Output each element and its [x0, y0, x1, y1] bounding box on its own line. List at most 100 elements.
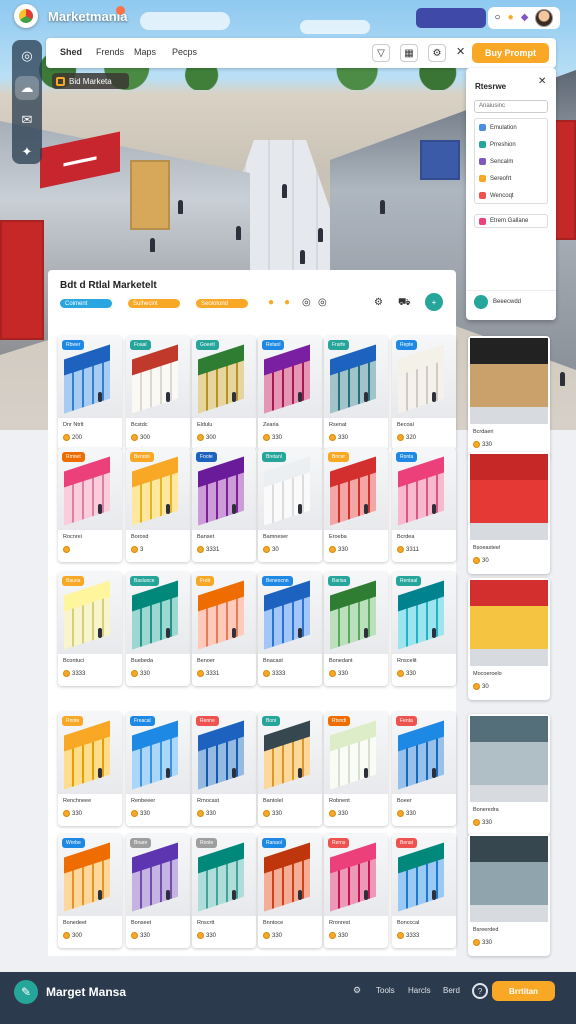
- product-tag: Boni: [262, 716, 281, 726]
- item-icon: [479, 124, 486, 131]
- footer-link[interactable]: Harcls: [408, 986, 431, 995]
- coin-icon[interactable]: ●: [284, 297, 290, 308]
- product-price: 330: [263, 932, 282, 939]
- featured-card[interactable]: Boneredra 330: [468, 714, 550, 836]
- cloud-icon[interactable]: ☁: [15, 76, 39, 100]
- product-card[interactable]: Retanl Zearia 330: [258, 336, 322, 450]
- product-card[interactable]: Bretanl Bamneser 30: [258, 448, 322, 562]
- product-card[interactable]: Goeetl Eldulu 300: [192, 336, 256, 450]
- featured-name: Bsreerded: [473, 927, 499, 933]
- side-panel-item[interactable]: Sencalm: [475, 153, 547, 170]
- footer-cta-button[interactable]: Brrtitan: [492, 981, 555, 1001]
- shopper: [432, 768, 436, 778]
- product-card[interactable]: Rnnte Rnscrtt 330: [192, 834, 256, 948]
- featured-card[interactable]: Bcrdaeri 330: [468, 336, 550, 458]
- price-value: 330: [482, 819, 493, 826]
- filter-pill[interactable]: Seolotond: [196, 299, 248, 308]
- side-panel-field[interactable]: Etrem Gallane: [474, 214, 548, 228]
- product-card[interactable]: Renne Rrnocast 330: [192, 712, 256, 826]
- product-card[interactable]: Barisa Bonedant 330: [324, 572, 388, 686]
- settings-icon[interactable]: ⚙: [428, 44, 446, 62]
- target-icon[interactable]: ◎: [302, 297, 311, 308]
- coin-icon[interactable]: ●: [508, 13, 514, 23]
- price-value: 200: [72, 434, 83, 441]
- settings-icon[interactable]: ⚙: [374, 297, 383, 308]
- close-icon[interactable]: ✕: [456, 45, 465, 58]
- chat-icon[interactable]: ✉: [15, 108, 39, 132]
- product-card[interactable]: Bauna Bcontuci 3333: [58, 572, 122, 686]
- price-value: 300: [72, 932, 83, 939]
- product-name: Robnent: [329, 798, 350, 804]
- footer-link[interactable]: Berd: [443, 986, 460, 995]
- close-icon[interactable]: ✕: [538, 76, 546, 87]
- product-card[interactable]: Fenta Boeer 330: [392, 712, 456, 826]
- product-price: 3311: [397, 546, 419, 553]
- product-card[interactable]: Freacal Renbeeer 330: [126, 712, 190, 826]
- cart-icon[interactable]: ⛟: [398, 297, 411, 310]
- side-panel-item[interactable]: Sereofrt: [475, 170, 547, 187]
- product-card[interactable]: Foote Banset 3331: [192, 448, 256, 562]
- product-card[interactable]: Baslunce Buebeda 330: [126, 572, 190, 686]
- product-card[interactable]: Bnare Bonseet 330: [126, 834, 190, 948]
- product-card[interactable]: Frarfe Rsenat 330: [324, 336, 388, 450]
- brand-icon[interactable]: ✎: [14, 980, 38, 1004]
- shopper: [364, 628, 368, 638]
- app-logo-icon[interactable]: [14, 4, 38, 28]
- gem-icon[interactable]: ◆: [521, 13, 529, 23]
- side-panel-footer[interactable]: Beeecwdd: [466, 290, 556, 312]
- product-name: Renbeeer: [131, 798, 156, 804]
- avatar[interactable]: [535, 9, 554, 27]
- product-card[interactable]: Wnrbe Bonedeet 300: [58, 834, 122, 948]
- side-panel-item[interactable]: Emulation: [475, 119, 547, 136]
- tools-icon[interactable]: ✦: [15, 140, 39, 164]
- filter-pill[interactable]: Sulhecint: [128, 299, 180, 308]
- coin-icon[interactable]: ●: [268, 297, 274, 308]
- sun-icon[interactable]: ○: [495, 13, 501, 23]
- product-card[interactable]: Rnnte Renchneee 330: [58, 712, 122, 826]
- product-card[interactable]: Rerns Rronrest 330: [324, 834, 388, 948]
- featured-card[interactable]: Bsoeasteel 30: [468, 452, 550, 574]
- location-chip[interactable]: Bid Marketa: [52, 73, 129, 89]
- product-card[interactable]: Rtsndi Robnent 330: [324, 712, 388, 826]
- product-card[interactable]: Boni Bantolel 330: [258, 712, 322, 826]
- tab-shop[interactable]: Shed: [60, 47, 82, 57]
- product-card[interactable]: Benoni Borosd 3: [126, 448, 190, 562]
- side-panel-item[interactable]: Prreshion: [475, 136, 547, 153]
- filter-icon[interactable]: ▽: [372, 44, 390, 62]
- coin-icon: [473, 939, 480, 946]
- help-icon[interactable]: ?: [472, 983, 488, 999]
- side-panel-item[interactable]: Wencoqt: [475, 187, 547, 204]
- bottom-bar: ✎ Marget Mansa ⚙ Tools Harcls Berd ? Brr…: [0, 972, 576, 1024]
- shopper: [166, 392, 170, 402]
- product-card[interactable]: Benat Boncccal 3333: [392, 834, 456, 948]
- price-value: 330: [272, 434, 283, 441]
- product-card[interactable]: Ronta Bcrdea 3311: [392, 448, 456, 562]
- featured-card[interactable]: Bsreerded 330: [468, 834, 550, 956]
- product-card[interactable]: Freb Benoer 3331: [192, 572, 256, 686]
- add-button[interactable]: +: [425, 293, 443, 311]
- product-card[interactable]: Rmnet Rocnrei: [58, 448, 122, 562]
- tab-props[interactable]: Pecps: [172, 47, 197, 57]
- product-card[interactable]: Beneocnn Bnacast 3333: [258, 572, 322, 686]
- grid-icon[interactable]: ▦: [400, 44, 418, 62]
- product-card[interactable]: Foaal Bcstdc 300: [126, 336, 190, 450]
- footer-link[interactable]: Tools: [376, 986, 395, 995]
- featured-card[interactable]: Mocoeroelo 30: [468, 578, 550, 700]
- product-card[interactable]: Rbwer Dnr Ntrlt 200: [58, 336, 122, 450]
- buy-prompt-button[interactable]: Buy Prompt: [472, 43, 549, 63]
- price-value: 330: [140, 670, 151, 677]
- product-name: Zearia: [263, 422, 279, 428]
- product-card[interactable]: Rentaal Rnscelit 330: [392, 572, 456, 686]
- product-card[interactable]: Ranaol Bnntoce 330: [258, 834, 322, 948]
- globe-icon[interactable]: ◎: [15, 44, 39, 68]
- side-search-input[interactable]: Anaiusinc: [474, 100, 548, 113]
- tab-maps[interactable]: Maps: [134, 47, 156, 57]
- filter-pill[interactable]: Coiment: [60, 299, 112, 308]
- tab-friends[interactable]: Frends: [96, 47, 124, 57]
- featured-price: 330: [473, 939, 492, 946]
- top-pill-button[interactable]: [416, 8, 486, 28]
- product-card[interactable]: Bncer Eroeba 330: [324, 448, 388, 562]
- target-icon[interactable]: ◎: [318, 297, 327, 308]
- gear-icon[interactable]: ⚙: [353, 985, 361, 996]
- product-card[interactable]: Repte Becoal 320: [392, 336, 456, 450]
